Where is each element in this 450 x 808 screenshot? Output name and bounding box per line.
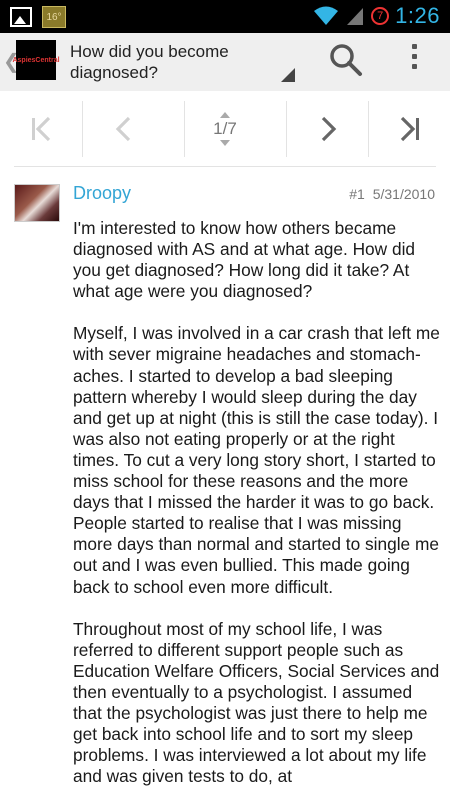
wifi-icon [314, 6, 339, 25]
post-paragraph: Throughout most of my school life, I was… [73, 618, 440, 787]
post-date: 5/31/2010 [372, 186, 435, 202]
previous-page-button[interactable] [83, 91, 165, 167]
action-bar: ❮ AspiesCentral How did you become diagn… [0, 33, 450, 92]
clock: 1:26 [395, 3, 440, 28]
page-indicator: 1/7 [213, 119, 237, 138]
overflow-menu-icon[interactable] [406, 44, 422, 80]
previous-page-icon [115, 116, 131, 142]
last-page-icon [400, 116, 419, 142]
next-page-button[interactable] [287, 91, 369, 167]
post-username[interactable]: Droopy [73, 183, 131, 204]
post-meta: #1 5/31/2010 [349, 186, 435, 202]
image-notification-icon [10, 7, 32, 27]
first-page-icon [32, 116, 51, 142]
page-up-arrow-icon [219, 112, 230, 118]
post-paragraph: Myself, I was involved in a car crash th… [73, 323, 440, 597]
thread-title[interactable]: How did you become diagnosed? [70, 41, 290, 83]
first-page-button[interactable] [0, 91, 82, 167]
post-paragraph: I'm interested to know how others became… [73, 218, 416, 302]
pagination-bar: 1/7 [0, 91, 450, 167]
weather-temperature-icon: 16° [42, 6, 66, 28]
app-logo[interactable]: AspiesCentral [12, 40, 60, 80]
page-down-arrow-icon [219, 140, 230, 146]
page-selector[interactable]: 1/7 [185, 91, 265, 167]
last-page-button[interactable] [369, 91, 450, 167]
avatar[interactable] [14, 184, 60, 222]
status-bar: 16° 7 1:26 [0, 0, 450, 33]
next-page-icon [321, 116, 337, 142]
dropdown-triangle-icon[interactable] [281, 68, 295, 82]
search-icon[interactable] [328, 42, 364, 78]
post-body: I'm interested to know how others became… [73, 218, 440, 808]
signal-icon [347, 8, 364, 25]
post-number: #1 [349, 186, 365, 202]
notification-badge: 7 [371, 7, 390, 25]
